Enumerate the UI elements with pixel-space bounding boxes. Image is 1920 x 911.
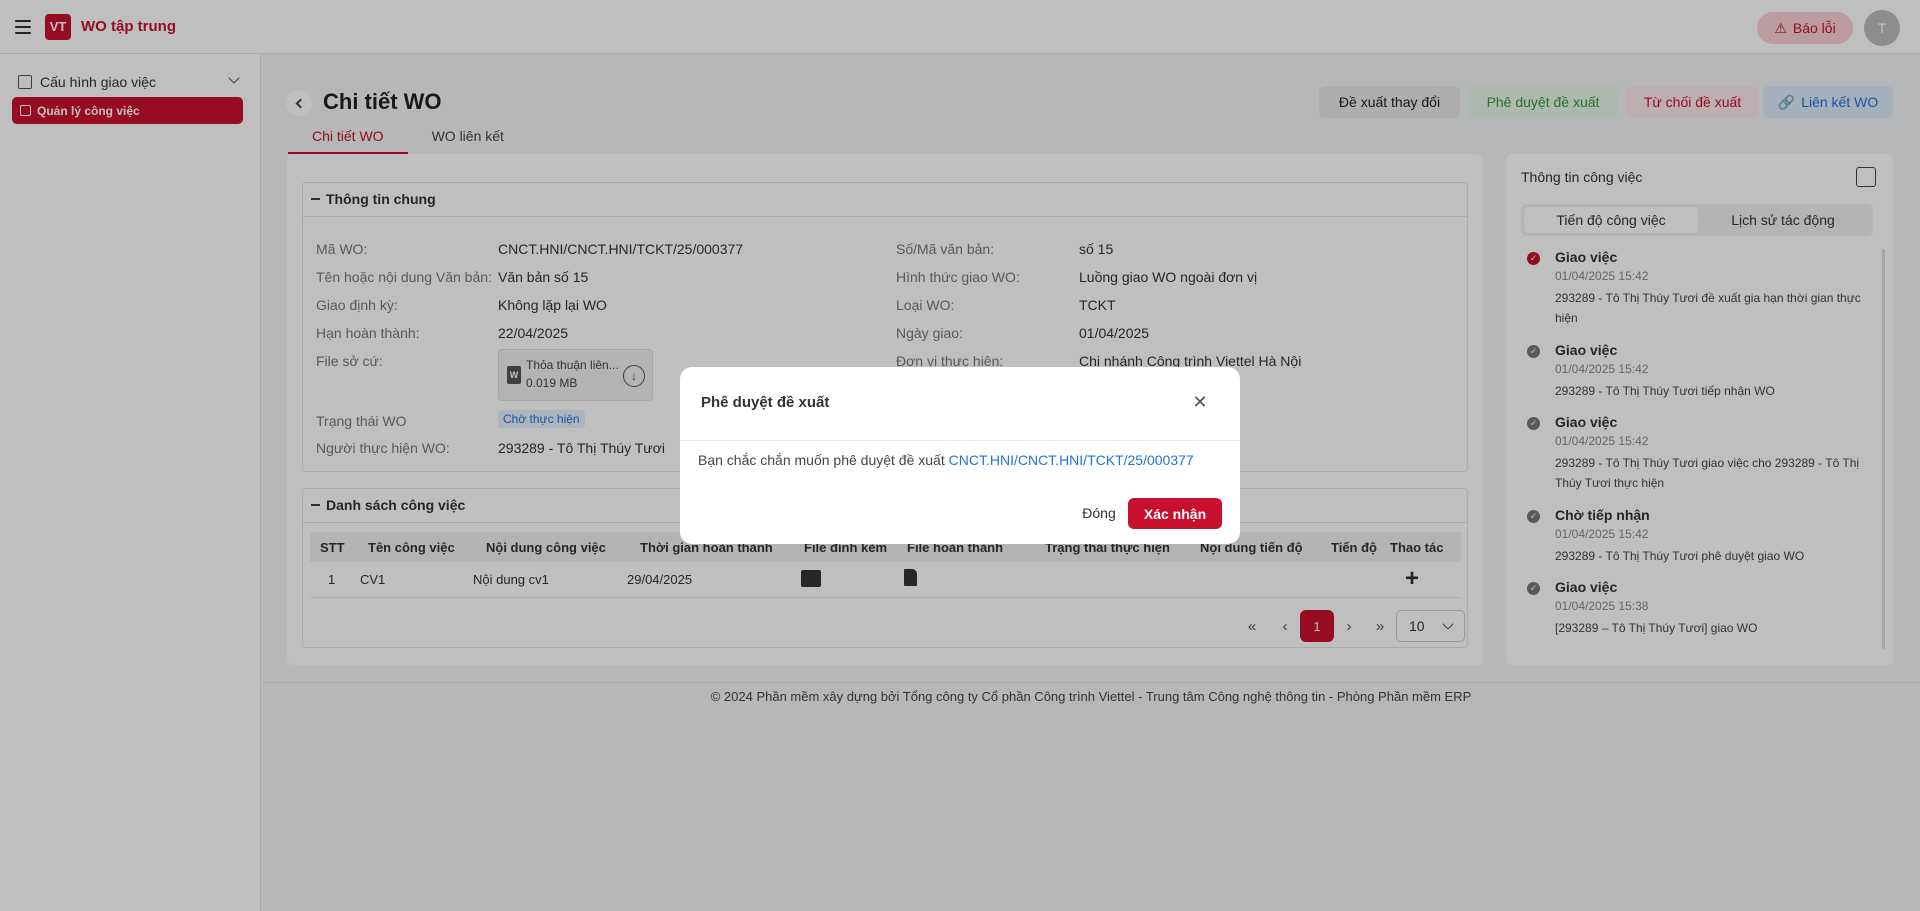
dialog-title: Phê duyệt đề xuất: [701, 394, 830, 411]
close-icon[interactable]: ✕: [1187, 389, 1213, 415]
wo-code-link[interactable]: CNCT.HNI/CNCT.HNI/TCKT/25/000377: [949, 452, 1194, 468]
dialog-message-text: Bạn chắc chắn muốn phê duyệt đề xuất: [698, 452, 945, 468]
approve-proposal-dialog: Phê duyệt đề xuất ✕ Bạn chắc chắn muốn p…: [680, 367, 1240, 544]
confirm-button[interactable]: Xác nhận: [1128, 498, 1222, 529]
cancel-button[interactable]: Đóng: [1071, 498, 1127, 528]
dialog-message: Bạn chắc chắn muốn phê duyệt đề xuất CNC…: [698, 452, 1194, 468]
divider: [680, 440, 1240, 441]
